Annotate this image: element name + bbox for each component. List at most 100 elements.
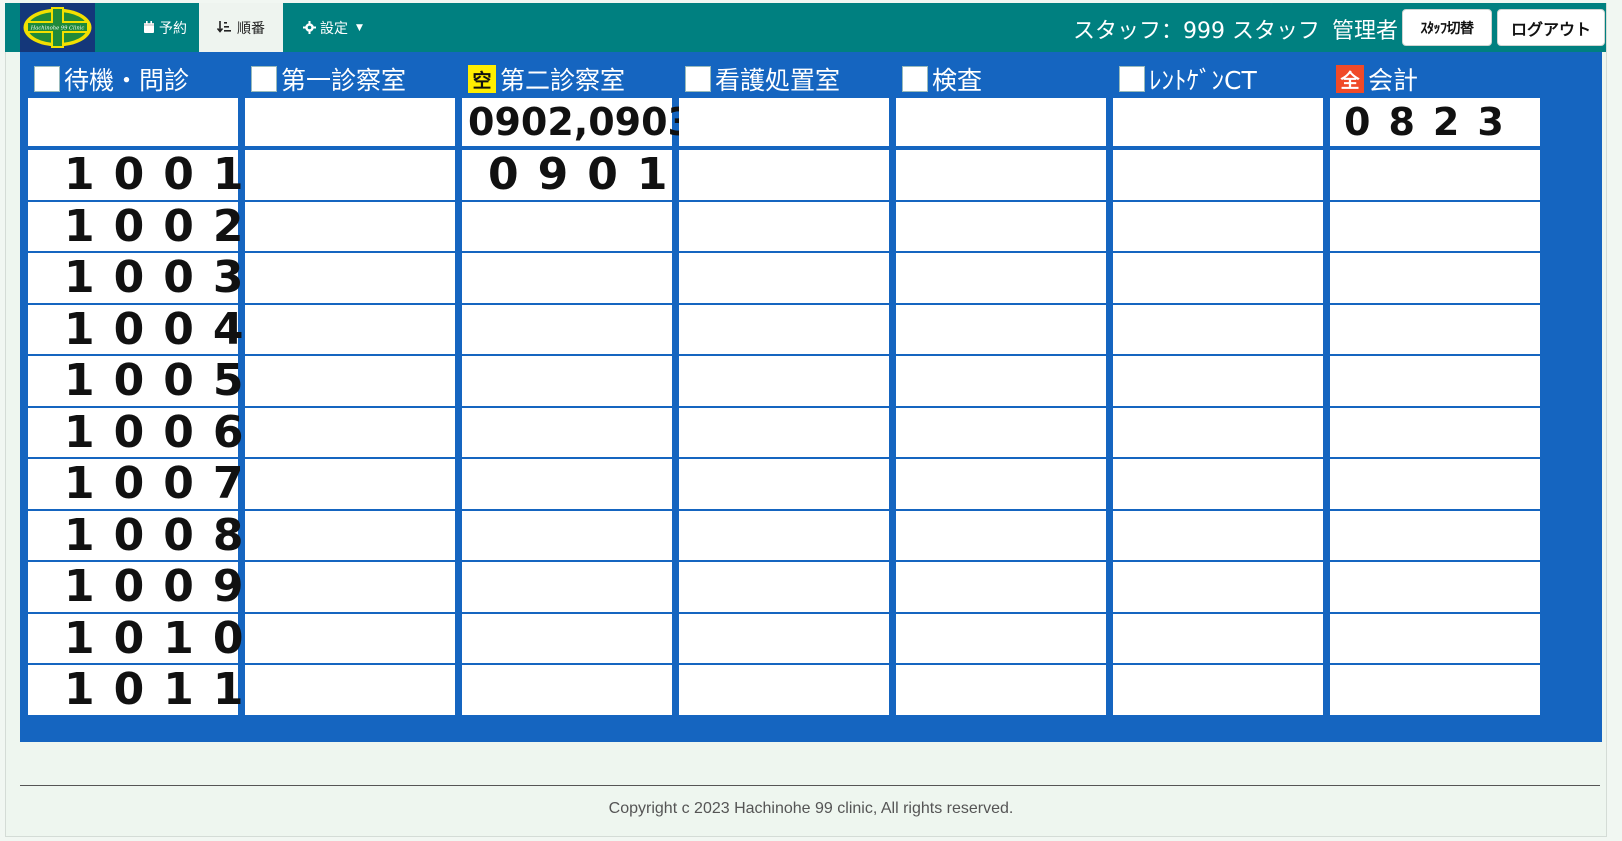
queue-cell-exam-room-2[interactable] [462, 253, 672, 303]
column-label: 待機・問診 [64, 66, 190, 95]
queue-cell-accounting[interactable] [1330, 613, 1540, 663]
footer-divider [20, 785, 1600, 786]
called-cell-exam-room-1[interactable] [245, 98, 455, 146]
queue-cell-exam-room-2[interactable] [462, 304, 672, 354]
queue-cell-exam-room-2[interactable] [462, 356, 672, 406]
queue-cell-test[interactable] [896, 253, 1106, 303]
queue-cell-waiting[interactable]: 1005 [28, 355, 243, 406]
called-cell-accounting[interactable]: 0823 [1330, 98, 1540, 146]
queue-cell-nursing-room[interactable] [679, 459, 889, 509]
queue-cell-xray-ct[interactable] [1113, 510, 1323, 560]
queue-cell-accounting[interactable] [1330, 356, 1540, 406]
column-checkbox[interactable] [902, 66, 928, 92]
tab-reservation[interactable]: 予約 [129, 3, 201, 52]
column-checkbox[interactable] [34, 66, 60, 92]
queue-cell-waiting[interactable]: 1001 [28, 149, 243, 200]
queue-cell-exam-room-2[interactable] [462, 201, 672, 251]
queue-cell-test[interactable] [896, 613, 1106, 663]
queue-cell-exam-room-2[interactable] [462, 510, 672, 560]
queue-cell-accounting[interactable] [1330, 459, 1540, 509]
queue-cell-exam-room-1[interactable] [245, 562, 455, 612]
queue-cell-nursing-room[interactable] [679, 304, 889, 354]
queue-cell-nursing-room[interactable] [679, 356, 889, 406]
queue-cell-nursing-room[interactable] [679, 510, 889, 560]
queue-cell-accounting[interactable] [1330, 510, 1540, 560]
queue-cell-waiting[interactable]: 1002 [28, 201, 243, 252]
queue-cell-nursing-room[interactable] [679, 253, 889, 303]
queue-cell-exam-room-1[interactable] [245, 407, 455, 457]
tab-order[interactable]: 順番 [199, 3, 283, 52]
queue-cell-exam-room-1[interactable] [245, 150, 455, 200]
column-checkbox[interactable] [685, 66, 711, 92]
queue-cell-xray-ct[interactable] [1113, 356, 1323, 406]
queue-cell-accounting[interactable] [1330, 253, 1540, 303]
queue-cell-exam-room-2[interactable] [462, 665, 672, 715]
queue-cell-test[interactable] [896, 510, 1106, 560]
queue-cell-test[interactable] [896, 459, 1106, 509]
queue-cell-accounting[interactable] [1330, 304, 1540, 354]
tab-settings-label: 設定 [320, 20, 348, 37]
all-badge: 全 [1336, 65, 1364, 93]
column-checkbox[interactable] [251, 66, 277, 92]
called-cell-test[interactable] [896, 98, 1106, 146]
logout-button[interactable]: ログアウト [1497, 9, 1605, 46]
queue-cell-waiting[interactable]: 1006 [28, 407, 243, 458]
queue-cell-nursing-room[interactable] [679, 613, 889, 663]
queue-cell-waiting[interactable]: 1010 [28, 613, 243, 664]
queue-cell-waiting[interactable]: 1007 [28, 458, 243, 509]
queue-cell-nursing-room[interactable] [679, 665, 889, 715]
queue-cell-xray-ct[interactable] [1113, 150, 1323, 200]
switch-staff-button[interactable]: ｽﾀｯﾌ切替 [1402, 9, 1492, 46]
queue-cell-exam-room-1[interactable] [245, 459, 455, 509]
queue-cell-accounting[interactable] [1330, 150, 1540, 200]
queue-cell-xray-ct[interactable] [1113, 407, 1323, 457]
queue-cell-test[interactable] [896, 201, 1106, 251]
queue-cell-exam-room-1[interactable] [245, 510, 455, 560]
called-cell-nursing-room[interactable] [679, 98, 889, 146]
queue-cell-exam-room-1[interactable] [245, 665, 455, 715]
queue-cell-accounting[interactable] [1330, 665, 1540, 715]
queue-cell-xray-ct[interactable] [1113, 304, 1323, 354]
queue-cell-exam-room-1[interactable] [245, 253, 455, 303]
queue-cell-nursing-room[interactable] [679, 201, 889, 251]
queue-cell-exam-room-1[interactable] [245, 304, 455, 354]
clinic-logo[interactable]: Hachinohe 99 Clinic [20, 3, 95, 52]
queue-cell-accounting[interactable] [1330, 562, 1540, 612]
queue-cell-accounting[interactable] [1330, 407, 1540, 457]
queue-cell-xray-ct[interactable] [1113, 253, 1323, 303]
queue-cell-exam-room-2[interactable] [462, 562, 672, 612]
queue-cell-exam-room-1[interactable] [245, 201, 455, 251]
called-cell-xray-ct[interactable] [1113, 98, 1323, 146]
queue-cell-xray-ct[interactable] [1113, 201, 1323, 251]
queue-cell-waiting[interactable]: 1003 [28, 252, 243, 303]
called-cell-exam-room-2[interactable]: 0902,0903 [462, 98, 694, 146]
queue-cell-xray-ct[interactable] [1113, 613, 1323, 663]
queue-cell-exam-room-2[interactable] [462, 407, 672, 457]
queue-cell-nursing-room[interactable] [679, 150, 889, 200]
queue-cell-test[interactable] [896, 150, 1106, 200]
called-cell-waiting[interactable] [28, 98, 238, 146]
queue-cell-waiting[interactable]: 1011 [28, 664, 243, 715]
queue-cell-waiting[interactable]: 1004 [28, 304, 243, 355]
queue-cell-exam-room-1[interactable] [245, 613, 455, 663]
queue-cell-test[interactable] [896, 665, 1106, 715]
queue-cell-test[interactable] [896, 407, 1106, 457]
queue-cell-nursing-room[interactable] [679, 407, 889, 457]
queue-cell-test[interactable] [896, 562, 1106, 612]
queue-cell-exam-room-2[interactable]: 0901 [462, 149, 672, 200]
queue-cell-waiting[interactable]: 1008 [28, 510, 243, 561]
tab-settings[interactable]: 設定 ▼ [289, 3, 377, 52]
queue-cell-accounting[interactable] [1330, 201, 1540, 251]
queue-cell-test[interactable] [896, 356, 1106, 406]
queue-cell-exam-room-1[interactable] [245, 356, 455, 406]
column-checkbox[interactable] [1119, 66, 1145, 92]
queue-cell-xray-ct[interactable] [1113, 459, 1323, 509]
queue-board: 待機・問診 第一診察室 空 第二診察室 看護処置室 検査 ﾚﾝﾄｹﾞﾝCT 全 … [20, 52, 1602, 742]
queue-cell-exam-room-2[interactable] [462, 613, 672, 663]
queue-cell-xray-ct[interactable] [1113, 665, 1323, 715]
queue-cell-test[interactable] [896, 304, 1106, 354]
queue-cell-nursing-room[interactable] [679, 562, 889, 612]
queue-cell-xray-ct[interactable] [1113, 562, 1323, 612]
queue-cell-waiting[interactable]: 1009 [28, 561, 243, 612]
queue-cell-exam-room-2[interactable] [462, 459, 672, 509]
